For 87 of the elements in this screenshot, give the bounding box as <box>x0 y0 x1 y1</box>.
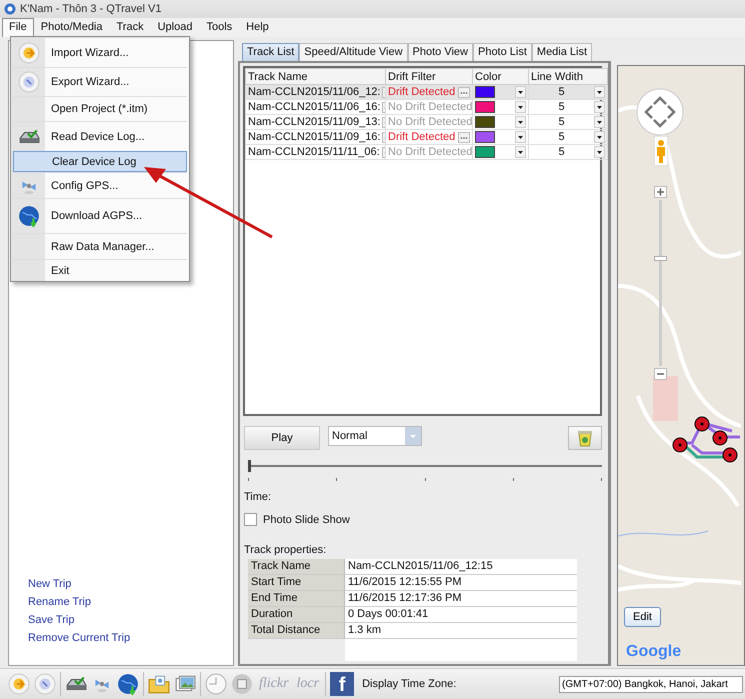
trash-bin-icon <box>575 428 595 448</box>
zoom-slider-handle[interactable] <box>654 256 667 261</box>
section-title: Track properties: <box>244 544 328 556</box>
property-value: 11/6/2015 12:15:55 PM <box>345 575 577 591</box>
tab[interactable]: Speed/Altitude View <box>299 43 408 61</box>
property-name: End Time <box>248 591 345 607</box>
column-header: Track Name <box>246 68 386 84</box>
property-value: 11/6/2015 12:17:36 PM <box>345 591 577 607</box>
color-swatch[interactable] <box>475 131 495 143</box>
track-row[interactable]: Nam-CCLN2015/11/09_16: Drift Detected 5 <box>246 130 608 144</box>
trip-link[interactable]: Save Trip <box>28 614 74 626</box>
track-row[interactable]: Nam-CCLN2015/11/06_12: Drift Detected 5 <box>246 84 608 100</box>
line-width-value: 5 <box>557 116 566 128</box>
property-value: Nam-CCLN2015/11/06_12:15 <box>345 559 577 575</box>
folder-icon[interactable] <box>148 673 170 695</box>
column-header: Drift Filter <box>386 68 472 84</box>
track-name: Nam-CCLN2015/11/09_16: <box>248 131 380 143</box>
menu-item[interactable]: Upload <box>150 18 200 37</box>
slider-thumb[interactable] <box>248 460 251 472</box>
track-row[interactable]: Nam-CCLN2015/11/11_06: No Drift Detected 5 <box>246 144 608 160</box>
track-name: Nam-CCLN2015/11/11_06: <box>248 146 380 158</box>
color-swatch[interactable] <box>475 116 495 128</box>
menu-entry[interactable]: Import Wizard... <box>13 37 187 67</box>
speed-dropdown[interactable]: Normal <box>328 426 422 446</box>
trip-link[interactable]: New Trip <box>28 578 72 590</box>
timezone-label: Display Time Zone: <box>362 678 456 690</box>
window-title: K'Nam - Thôn 3 - QTravel V1 <box>20 3 162 15</box>
line-width-value: 5 <box>557 131 566 143</box>
menu-item[interactable]: Track <box>110 18 151 37</box>
track-name: Nam-CCLN2015/11/06_12: <box>248 86 380 98</box>
column-header: Color <box>472 68 528 84</box>
track-row[interactable]: Nam-CCLN2015/11/06_16: No Drift Detected 5 <box>246 100 608 114</box>
trip-link[interactable]: Remove Current Trip <box>28 632 130 644</box>
drift-status: No Drift Detected <box>388 116 472 128</box>
zoom-out-button[interactable] <box>654 368 667 380</box>
map-logo: Google <box>626 643 682 661</box>
camera-icon[interactable] <box>231 673 253 695</box>
property-name: Track Name <box>248 559 345 575</box>
line-width-value: 5 <box>557 146 566 158</box>
drift-status: Drift Detected <box>388 131 456 143</box>
color-swatch[interactable] <box>475 146 495 158</box>
time-label: Time: <box>244 491 272 503</box>
menu-entry[interactable]: Clear Device Log <box>13 151 187 172</box>
ellipsis-button[interactable] <box>458 132 470 142</box>
menu-item[interactable]: Tools <box>199 18 240 37</box>
ellipsis-button[interactable] <box>458 86 470 98</box>
drift-status: No Drift Detected <box>388 146 472 158</box>
app-logo-icon <box>4 3 16 15</box>
property-name: Total Distance <box>248 623 345 639</box>
track-name: Nam-CCLN2015/11/09_13: <box>248 116 380 128</box>
checkbox[interactable] <box>244 513 257 526</box>
drift-status: No Drift Detected <box>388 101 472 113</box>
pan-control-icon[interactable] <box>636 88 684 136</box>
menu-entry[interactable]: Exit <box>13 259 187 281</box>
color-swatch[interactable] <box>475 86 495 98</box>
menu-entry[interactable]: Open Project (*.itm) <box>13 96 187 121</box>
tab[interactable]: Photo View <box>408 43 473 61</box>
trip-link[interactable]: Rename Trip <box>28 596 91 608</box>
edit-button[interactable]: Edit <box>624 607 661 627</box>
menu-entry[interactable]: Export Wizard... <box>13 67 187 96</box>
track-name: Nam-CCLN2015/11/06_16: <box>248 101 380 113</box>
tab[interactable]: Track List <box>242 43 300 61</box>
column-header: Line Wdith <box>528 68 608 84</box>
line-width-value: 5 <box>557 86 566 98</box>
timezone-field[interactable]: (GMT+07:00) Bangkok, Hanoi, Jakart <box>559 676 743 692</box>
menu-entry[interactable]: Raw Data Manager... <box>13 233 187 259</box>
play-button[interactable]: Play <box>244 426 320 450</box>
menu-entry[interactable]: Download AGPS... <box>13 198 187 233</box>
tab[interactable]: Media List <box>532 43 592 61</box>
color-swatch[interactable] <box>475 101 495 113</box>
drift-status: Drift Detected <box>388 86 456 98</box>
menu-item[interactable]: Help <box>239 18 276 37</box>
property-value: 0 Days 00:01:41 <box>345 607 577 623</box>
checkbox-label[interactable]: Photo Slide Show <box>263 514 350 526</box>
zoom-in-button[interactable] <box>654 186 667 198</box>
delete-button[interactable] <box>568 426 602 450</box>
property-name: Start Time <box>248 575 345 591</box>
menu-item[interactable]: Photo/Media <box>34 18 110 37</box>
globe-icon <box>18 205 40 227</box>
tab[interactable]: Photo List <box>472 43 532 61</box>
menu-item[interactable]: File <box>2 18 34 37</box>
property-value: 1.3 km <box>345 623 577 639</box>
property-name: Duration <box>248 607 345 623</box>
track-row[interactable]: Nam-CCLN2015/11/09_13: No Drift Detected 5 <box>246 114 608 130</box>
line-width-value: 5 <box>557 101 566 113</box>
facebook-button[interactable]: f <box>330 672 354 696</box>
globe-icon[interactable] <box>117 673 139 695</box>
